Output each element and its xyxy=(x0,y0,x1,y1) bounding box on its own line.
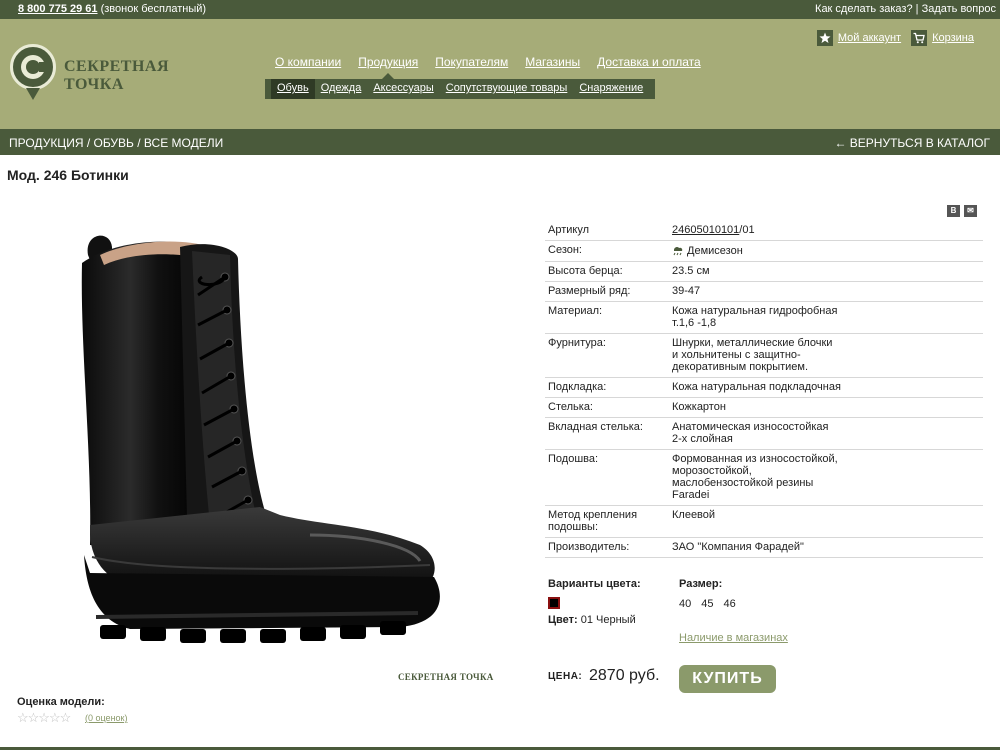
spec-value: Клеевой xyxy=(669,505,983,538)
spec-value: Кожа натуральная подкладочная xyxy=(669,377,983,398)
spec-key: Производитель: xyxy=(545,537,669,558)
reviews-count-link[interactable]: (0 оценок) xyxy=(85,713,127,723)
back-to-catalog-link[interactable]: ← ВЕРНУТЬСЯ В КАТАЛОГ xyxy=(834,136,990,150)
spec-key: Размерный ряд: xyxy=(545,281,669,302)
phone-info: 8 800 775 29 61 (звонок бесплатный) xyxy=(18,3,206,15)
season-icon xyxy=(673,246,683,256)
article-suffix: /01 xyxy=(739,224,755,236)
spec-value: ЗАО "Компания Фарадей" xyxy=(669,537,983,558)
subnav-related[interactable]: Сопутствующие товары xyxy=(440,79,574,99)
spec-value: Анатомическая износостойкая 2-х слойная xyxy=(669,417,983,450)
subnav-equipment[interactable]: Снаряжение xyxy=(573,79,649,99)
sub-navigation: Обувь Одежда Аксессуары Сопутствующие то… xyxy=(265,79,656,99)
price-value: 2870 руб. xyxy=(589,667,660,684)
size-option[interactable]: 40 xyxy=(679,598,691,610)
spec-key: Стелька: xyxy=(545,397,669,418)
spec-key: Артикул xyxy=(545,221,669,241)
spec-key: Фурнитура: xyxy=(545,333,669,378)
breadcrumb-bar: ПРОДУКЦИЯ / ОБУВЬ / ВСЕ МОДЕЛИ ← ВЕРНУТЬ… xyxy=(0,129,1000,155)
cart-label: Корзина xyxy=(932,32,974,44)
store-availability-link[interactable]: Наличие в магазинах xyxy=(679,632,788,644)
spec-value: 23.5 см xyxy=(669,261,983,282)
spec-row: Сезон: Демисезон xyxy=(545,240,983,262)
rating-stars-icon[interactable]: ☆☆☆☆☆ xyxy=(17,710,71,726)
spec-row: Метод крепления подошвы: Клеевой xyxy=(545,505,983,538)
spec-row: Стелька: Кожкартон xyxy=(545,397,983,418)
nav-delivery[interactable]: Доставка и оплата xyxy=(597,55,701,69)
size-label: Размер: xyxy=(679,578,723,590)
nav-about[interactable]: О компании xyxy=(275,55,341,69)
color-options-label: Варианты цвета: xyxy=(548,578,641,590)
spec-value: Формованная из износостойкой, морозостойк… xyxy=(669,449,983,506)
subnav-clothing[interactable]: Одежда xyxy=(315,79,368,99)
nav-stores[interactable]: Магазины xyxy=(525,55,580,69)
cart-icon xyxy=(911,30,928,46)
site-header: СЕКРЕТНАЯ ТОЧКА О компании Продукция Пок… xyxy=(0,19,1000,129)
rating-label: Оценка модели: xyxy=(17,696,105,708)
spec-value-text: Демисезон xyxy=(687,245,743,257)
spec-key: Метод крепления подошвы: xyxy=(545,505,669,538)
price-label: ЦЕНА: xyxy=(548,671,583,682)
separator: | xyxy=(915,3,919,15)
spec-row: Артикул 24605010101/01 xyxy=(545,221,983,241)
spec-key: Подкладка: xyxy=(545,377,669,398)
vk-share-icon[interactable]: В xyxy=(947,205,960,217)
share-buttons: В ✉ xyxy=(947,205,977,217)
email-share-icon[interactable]: ✉ xyxy=(964,205,977,217)
spec-row: Материал: Кожа натуральная гидрофобная т.1… xyxy=(545,301,983,334)
spec-key: Подошва: xyxy=(545,449,669,506)
logo-text: СЕКРЕТНАЯ ТОЧКА xyxy=(64,58,169,93)
spec-value: Кожа натуральная гидрофобная т.1,6 -1,8 xyxy=(669,301,983,334)
spec-value: Кожкартон xyxy=(669,397,983,418)
size-options: 40 45 46 xyxy=(679,598,736,610)
image-watermark: СЕКРЕТНАЯ ТОЧКА xyxy=(398,672,494,682)
spec-row: Размерный ряд: 39-47 xyxy=(545,281,983,302)
color-name: 01 Черный xyxy=(580,614,636,626)
size-option[interactable]: 46 xyxy=(724,598,736,610)
spec-row: Вкладная стелька: Анатомическая износосто… xyxy=(545,417,983,450)
size-option[interactable]: 45 xyxy=(701,598,713,610)
my-account-label: Мой аккаунт xyxy=(837,32,902,44)
subnav-accessories[interactable]: Аксессуары xyxy=(367,79,439,99)
spec-row: Высота берца: 23.5 см xyxy=(545,261,983,282)
spec-key: Сезон: xyxy=(545,240,669,262)
spec-row: Подкладка: Кожа натуральная подкладочная xyxy=(545,377,983,398)
how-to-order-link[interactable]: Как сделать заказ? xyxy=(815,3,913,15)
spec-value: Шнурки, металлические блочки и хольнитены… xyxy=(669,333,983,378)
color-prefix: Цвет: xyxy=(548,614,578,626)
top-bar: 8 800 775 29 61 (звонок бесплатный) Как … xyxy=(0,0,1000,19)
spec-key: Вкладная стелька: xyxy=(545,417,669,450)
spec-value: 24605010101/01 xyxy=(669,221,983,241)
main-navigation: О компании Продукция Покупателям Магазин… xyxy=(275,55,701,79)
logo-mark-icon xyxy=(10,44,56,90)
spec-row: Подошва: Формованная из износостойкой, мор… xyxy=(545,449,983,506)
article-link[interactable]: 24605010101 xyxy=(672,224,739,236)
spec-row: Производитель: ЗАО "Компания Фарадей" xyxy=(545,537,983,558)
ask-question-link[interactable]: Задать вопрос xyxy=(922,3,996,15)
specs-table: Артикул 24605010101/01 Сезон: Демисезон Высо… xyxy=(545,221,983,558)
product-image[interactable] xyxy=(70,225,450,665)
selected-color: Цвет: 01 Черный xyxy=(548,614,636,626)
nav-products[interactable]: Продукция xyxy=(358,55,418,79)
spec-value: Демисезон xyxy=(669,240,983,262)
my-account-link[interactable]: Мой аккаунт xyxy=(816,30,902,46)
help-links: Как сделать заказ? | Задать вопрос xyxy=(815,3,996,15)
account-links: Мой аккаунт Корзина xyxy=(816,30,974,46)
spec-key: Материал: xyxy=(545,301,669,334)
logo-pin-tail xyxy=(26,88,40,100)
site-logo[interactable]: СЕКРЕТНАЯ ТОЧКА xyxy=(10,44,230,104)
spec-value: 39-47 xyxy=(669,281,983,302)
buy-button[interactable]: КУПИТЬ xyxy=(679,665,776,693)
page-title: Мод. 246 Ботинки xyxy=(7,167,129,183)
nav-customers[interactable]: Покупателям xyxy=(435,55,508,69)
color-swatch-black[interactable] xyxy=(548,597,560,609)
subnav-footwear[interactable]: Обувь xyxy=(271,79,315,99)
star-icon xyxy=(816,30,833,46)
spec-key: Высота берца: xyxy=(545,261,669,282)
phone-note: (звонок бесплатный) xyxy=(100,3,207,15)
cart-link[interactable]: Корзина xyxy=(911,30,974,46)
breadcrumb[interactable]: ПРОДУКЦИЯ / ОБУВЬ / ВСЕ МОДЕЛИ xyxy=(9,136,223,150)
phone-number[interactable]: 8 800 775 29 61 xyxy=(18,3,98,15)
spec-row: Фурнитура: Шнурки, металлические блочки и … xyxy=(545,333,983,378)
